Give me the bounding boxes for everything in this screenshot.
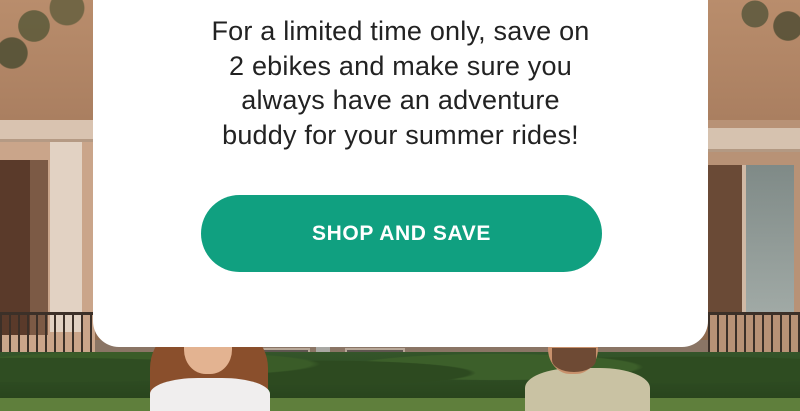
right-building-window xyxy=(742,165,794,315)
left-building-column xyxy=(50,142,82,332)
right-building-eave xyxy=(708,128,800,152)
left-building-eave xyxy=(0,120,95,142)
left-railing xyxy=(0,312,95,352)
promo-line: For a limited time only, save on xyxy=(211,16,590,46)
promo-line: always have an adventure xyxy=(241,85,560,115)
shop-and-save-button[interactable]: SHOP AND SAVE xyxy=(201,195,602,272)
promo-line: 2 ebikes and make sure you xyxy=(229,50,572,81)
promo-card: For a limited time only, save on 2 ebike… xyxy=(93,0,708,347)
tree-foliage-left xyxy=(0,0,100,80)
promo-line: buddy for your summer rides! xyxy=(222,119,579,150)
tree-foliage-right xyxy=(700,0,800,50)
left-building-door xyxy=(0,160,30,335)
promo-message: For a limited time only, save on 2 ebike… xyxy=(93,14,708,152)
grass xyxy=(0,398,800,411)
man-shirt xyxy=(525,368,650,411)
left-building-door-frame xyxy=(30,160,48,335)
right-building-doorway xyxy=(708,165,742,315)
right-railing xyxy=(708,312,800,352)
woman-shirt xyxy=(150,378,270,411)
man-beard xyxy=(552,348,596,372)
